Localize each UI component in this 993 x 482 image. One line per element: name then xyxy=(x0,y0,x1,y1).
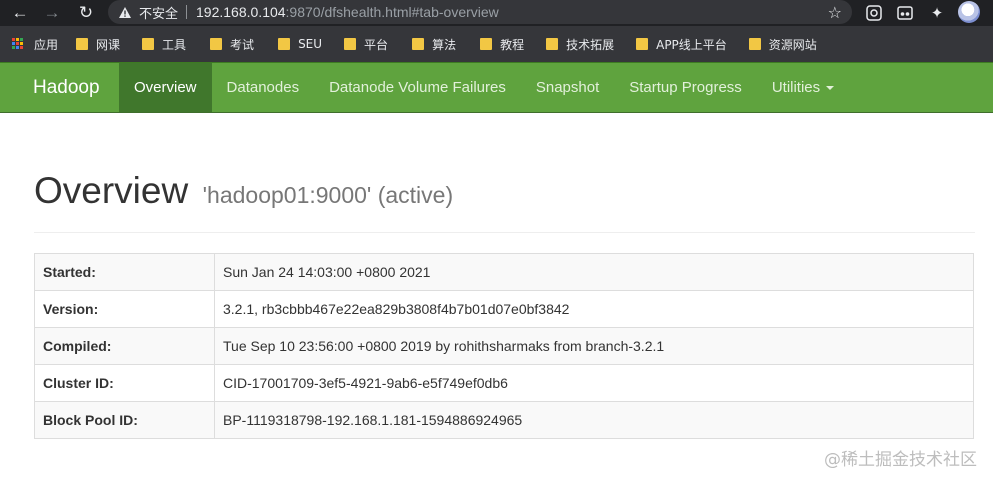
info-key: Version: xyxy=(34,290,215,328)
bookmark-label: 平台 xyxy=(364,37,389,52)
bookmark-item[interactable]: 网课 xyxy=(76,26,120,62)
insecure-label[interactable]: 不安全 xyxy=(139,3,178,22)
bookmark-item[interactable]: 平台 xyxy=(344,26,388,62)
bookmark-label: SEU xyxy=(298,37,323,51)
warning-triangle-icon[interactable] xyxy=(118,5,132,19)
page-title: Overview xyxy=(34,170,189,211)
nav-tab-datanode-volume-failures[interactable]: Datanode Volume Failures xyxy=(314,63,521,112)
profile-avatar[interactable] xyxy=(958,1,980,23)
bookmark-item[interactable]: 应用 xyxy=(12,26,58,62)
info-key: Started: xyxy=(34,253,215,291)
puzzle-extensions-icon[interactable]: ✦ xyxy=(927,3,947,23)
bookmark-item[interactable]: APP线上平台 xyxy=(636,26,727,62)
forward-arrow-icon[interactable]: → xyxy=(40,1,64,25)
url-text[interactable]: 192.168.0.104:9870/dfshealth.html#tab-ov… xyxy=(196,4,499,20)
table-row: Version: 3.2.1, rb3cbbb467e22ea829b3808f4… xyxy=(34,290,974,328)
info-key: Cluster ID: xyxy=(34,364,215,402)
nav-tab-label: Utilities xyxy=(771,79,821,96)
table-row: Started: Sun Jan 24 14:03:00 +0800 2021 xyxy=(34,253,974,291)
watermark: @稀土掘金技术社区 xyxy=(824,450,977,470)
bookmark-item[interactable]: 技术拓展 xyxy=(546,26,614,62)
address-bar[interactable]: 不安全 192.168.0.104:9870/dfshealth.html#ta… xyxy=(108,0,852,24)
info-value: CID-17001709-3ef5-4921-9ab6-e5f749ef0db6 xyxy=(214,364,974,402)
page-header: Overview 'hadoop01:9000' (active) xyxy=(34,170,975,233)
bookmark-item[interactable]: 考试 xyxy=(210,26,254,62)
nav-tab-label: Startup Progress xyxy=(629,79,742,96)
bookmark-label: 技术拓展 xyxy=(566,37,615,52)
info-value: Sun Jan 24 14:03:00 +0800 2021 xyxy=(214,253,974,291)
overview-info-table: Started: Sun Jan 24 14:03:00 +0800 2021 Ve… xyxy=(34,253,974,439)
bookmark-label: APP线上平台 xyxy=(656,37,727,52)
table-row: Compiled: Tue Sep 10 23:56:00 +0800 2019 … xyxy=(34,327,974,365)
folder-icon xyxy=(546,38,559,50)
nav-tab-startup-progress[interactable]: Startup Progress xyxy=(614,63,757,112)
extension-icon[interactable] xyxy=(864,3,884,23)
nav-tab-utilities[interactable]: Utilities xyxy=(757,63,849,112)
apps-grid-icon xyxy=(12,38,24,50)
folder-icon xyxy=(142,38,155,50)
bookmarks-bar: 应用 网课 工具 考试 SEU 平台 算法 教程 技术拓展 APP线上平台 资源网站 xyxy=(0,26,993,62)
bookmark-label: 教程 xyxy=(500,37,525,52)
folder-icon xyxy=(636,38,649,50)
folder-icon xyxy=(210,38,223,50)
url-path: :9870/dfshealth.html#tab-overview xyxy=(285,4,499,20)
info-key: Compiled: xyxy=(34,327,215,365)
folder-icon xyxy=(76,38,89,50)
bookmark-label: 考试 xyxy=(230,37,255,52)
info-value: Tue Sep 10 23:56:00 +0800 2019 by rohith… xyxy=(214,327,974,365)
bookmark-item[interactable]: 工具 xyxy=(142,26,186,62)
bookmark-item[interactable]: 教程 xyxy=(480,26,524,62)
nav-tab-label: Overview xyxy=(134,79,197,96)
folder-icon xyxy=(344,38,357,50)
back-arrow-icon[interactable]: ← xyxy=(8,1,32,25)
bookmark-label: 资源网站 xyxy=(768,37,817,52)
brand-logo[interactable]: Hadoop xyxy=(0,63,119,112)
folder-icon xyxy=(412,38,425,50)
nav-tab-label: Datanode Volume Failures xyxy=(329,79,506,96)
folder-icon xyxy=(278,38,291,50)
folder-icon xyxy=(748,38,761,50)
bookmark-label: 应用 xyxy=(34,37,59,52)
reload-icon[interactable]: ↻ xyxy=(74,1,98,25)
omnibox-separator xyxy=(186,5,188,19)
bookmark-item[interactable]: 算法 xyxy=(412,26,456,62)
url-host: 192.168.0.104 xyxy=(196,4,286,20)
info-value: 3.2.1, rb3cbbb467e22ea829b3808f4b7b01d07… xyxy=(214,290,974,328)
nav-tab-overview[interactable]: Overview xyxy=(119,63,212,112)
nav-tab-label: Datanodes xyxy=(226,79,300,96)
bookmark-star-icon[interactable]: ☆ xyxy=(828,3,842,23)
bookmark-label: 工具 xyxy=(162,37,187,52)
nav-tab-datanodes[interactable]: Datanodes xyxy=(212,63,315,112)
table-row: Block Pool ID: BP-1119318798-192.168.1.18… xyxy=(34,401,974,439)
hadoop-navbar: Hadoop Overview Datanodes Datanode Volume … xyxy=(0,62,993,113)
bookmark-label: 网课 xyxy=(96,37,121,52)
nav-tab-snapshot[interactable]: Snapshot xyxy=(521,63,614,112)
bookmark-item[interactable]: SEU xyxy=(278,26,322,62)
caret-down-icon xyxy=(826,85,835,90)
bookmark-label: 算法 xyxy=(432,37,457,52)
folder-icon xyxy=(480,38,493,50)
browser-toolbar: ← → ↻ 不安全 192.168.0.104:9870/dfshealth.h… xyxy=(0,0,993,26)
table-row: Cluster ID: CID-17001709-3ef5-4921-9ab6-e… xyxy=(34,364,974,402)
info-value: BP-1119318798-192.168.1.181-159488692496… xyxy=(214,401,974,439)
extension-icon[interactable] xyxy=(895,3,915,23)
info-key: Block Pool ID: xyxy=(34,401,215,439)
nav-tab-label: Snapshot xyxy=(535,79,600,96)
bookmark-item[interactable]: 资源网站 xyxy=(748,26,817,62)
page-subtitle: 'hadoop01:9000' (active) xyxy=(202,182,454,208)
